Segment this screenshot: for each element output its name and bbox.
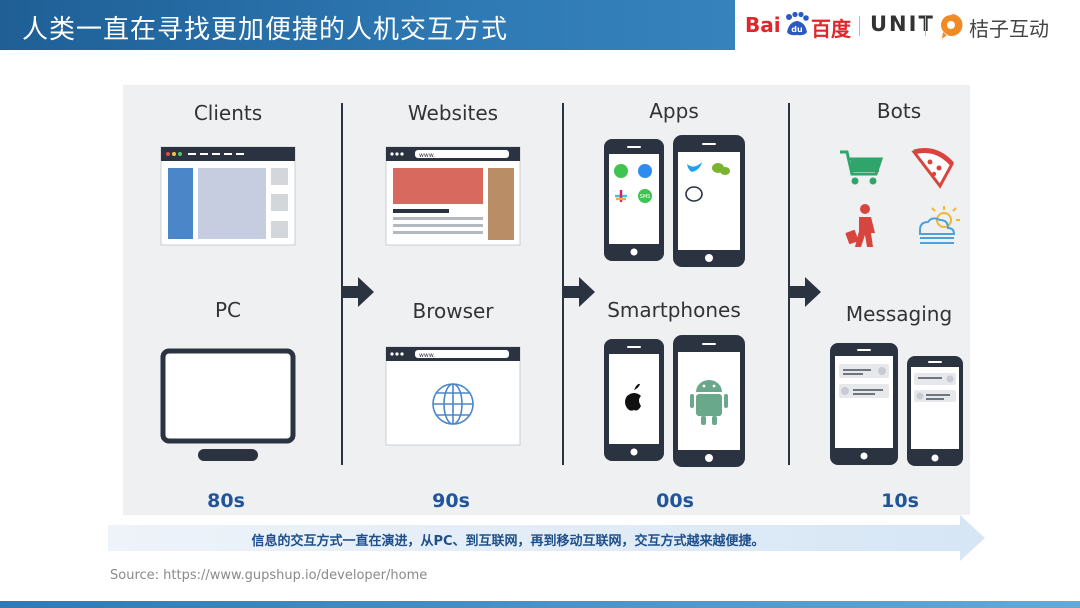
baidu-du-text: du [791, 25, 803, 34]
logo-divider [859, 16, 860, 36]
website-window-icon: www. [385, 146, 521, 246]
browser-window-icon: www. [385, 346, 521, 446]
page-title: 人类一直在寻找更加便捷的人机交互方式 [22, 15, 509, 45]
iphone-icon [604, 339, 664, 461]
partner-name: 桔子互动 [969, 17, 1049, 41]
weather-icon [919, 206, 960, 244]
logo-area: Bai du 百度 UNIT 桔子互动 [735, 0, 1080, 50]
source-citation: Source: https://www.gupshup.io/developer… [110, 568, 428, 583]
arrow-right-icon [563, 277, 595, 307]
label-pc: PC [214, 298, 242, 322]
label-bots: Bots [876, 99, 922, 123]
shopping-cart-icon [840, 150, 884, 185]
android-phone-icon [673, 335, 745, 467]
traveler-icon [845, 204, 875, 247]
label-websites: Websites [407, 101, 499, 125]
bottom-accent-bar [0, 601, 1080, 608]
label-smartphones: Smartphones [607, 298, 741, 322]
label-messaging: Messaging [845, 302, 953, 326]
label-apps: Apps [649, 99, 699, 123]
arrow-right-icon [342, 277, 374, 307]
url-text-2: www. [419, 352, 435, 359]
messaging-phone-left-icon [830, 343, 898, 465]
sms-label: SMS [640, 194, 651, 200]
label-clients: Clients [193, 101, 263, 125]
url-text: www. [419, 152, 435, 159]
phone-apps-left-icon: SMS [604, 139, 664, 261]
decade-10s: 10s [881, 490, 919, 512]
globe-icon [432, 383, 474, 425]
logo-divider-2 [925, 16, 926, 36]
arrow-right-icon [789, 277, 821, 307]
decade-00s: 00s [656, 490, 694, 512]
messaging-phone-right-icon [907, 356, 963, 466]
decade-90s: 90s [432, 490, 470, 512]
label-browser: Browser [412, 299, 494, 323]
desktop-app-window-icon [160, 146, 296, 246]
decade-80s: 80s [207, 490, 245, 512]
pc-monitor-icon [160, 348, 296, 461]
baidu-paw-icon: du [786, 12, 809, 36]
orange-logo-icon [941, 13, 963, 39]
phone-apps-right-icon [673, 135, 745, 267]
baidu-chinese-text: 百度 [811, 17, 851, 41]
banner-caption: 信息的交互方式一直在演进，从PC、到互联网，再到移动互联网，交互方式越来越便捷。 [251, 534, 765, 549]
pizza-icon [911, 148, 954, 189]
baidu-logo-text: Bai [745, 13, 781, 37]
